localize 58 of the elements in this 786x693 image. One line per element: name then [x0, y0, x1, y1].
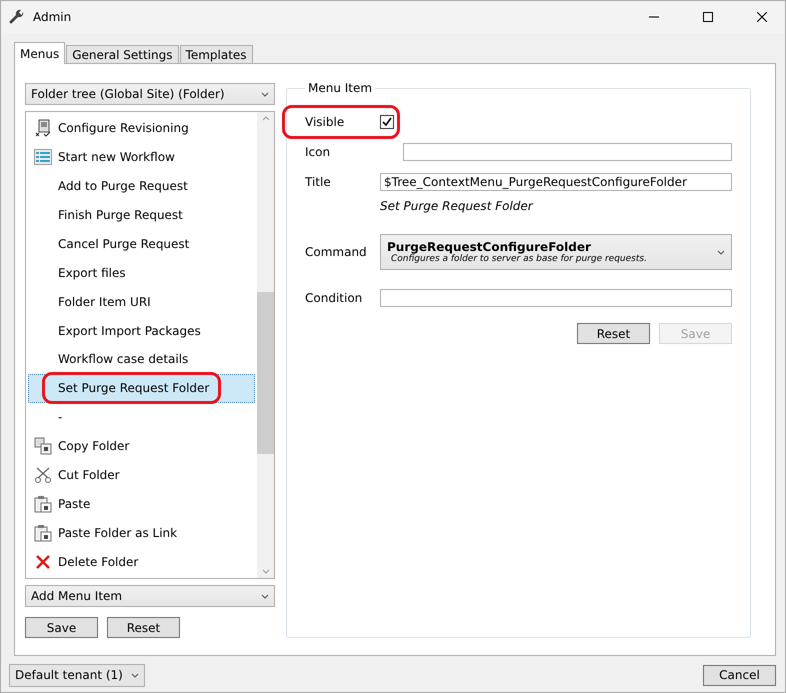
scroll-up-icon: [262, 116, 270, 121]
icon-field[interactable]: [403, 143, 732, 161]
title-field[interactable]: $Tree_ContextMenu_PurgeRequestConfigureFolder: [380, 173, 732, 191]
menu-list-item[interactable]: Paste Folder as Link: [28, 518, 255, 548]
field-label: Condition: [305, 291, 364, 305]
tab[interactable]: Menus: [14, 42, 66, 64]
menu-dropdown[interactable]: Folder tree (Global Site) (Folder): [25, 83, 275, 105]
tab[interactable]: General Settings: [66, 45, 179, 64]
clipboard-icon: [34, 524, 52, 542]
maximize-icon: [703, 12, 713, 22]
caret-icon: [261, 594, 269, 598]
menu-list-item[interactable]: Workflow case details: [28, 345, 255, 374]
field-label: Visible: [305, 115, 346, 129]
visible-checkbox[interactable]: [380, 115, 394, 129]
title-hint: Set Purge Request Folder: [380, 199, 533, 213]
caret-icon: [130, 672, 139, 678]
menu-list-item[interactable]: Cut Folder: [28, 460, 255, 490]
menu-list-item[interactable]: Export Import Packages: [28, 316, 255, 345]
caret-icon: [717, 250, 725, 254]
action-button[interactable]: Reset: [107, 617, 180, 638]
condition-field[interactable]: [380, 289, 732, 307]
menu-list-item[interactable]: Folder Item URI: [28, 287, 255, 316]
group-title: Menu Item: [307, 81, 374, 95]
command-dropdown[interactable]: PurgeRequestConfigureFolder Configures a folder to server as base for purge requests.: [380, 234, 732, 270]
add-menu-item-dropdown[interactable]: Add Menu Item: [25, 585, 275, 607]
menu-list-item[interactable]: Set Purge Request Folder: [28, 374, 255, 403]
action-button[interactable]: Reset: [577, 323, 650, 344]
wrench-icon: [9, 9, 25, 25]
cancel-button[interactable]: Cancel: [703, 664, 776, 686]
menu-list-item[interactable]: Start new Workflow: [28, 142, 255, 172]
clipboard-icon: [34, 494, 52, 513]
caret-icon: [261, 92, 269, 96]
tenant-dropdown[interactable]: Default tenant (1): [9, 664, 145, 686]
menu-list-item[interactable]: Add to Purge Request: [28, 172, 255, 201]
menu-list-item[interactable]: Delete Folder: [28, 547, 255, 576]
menu-list-item[interactable]: Cancel Purge Request: [28, 230, 255, 258]
menu-list-item[interactable]: Finish Purge Request: [28, 200, 255, 230]
field-label: Title: [305, 175, 332, 189]
list-icon: [34, 148, 52, 166]
menu-list-item[interactable]: -: [28, 402, 255, 432]
scrollbar-thumb[interactable]: [257, 292, 274, 454]
scroll-down-icon: [262, 569, 270, 574]
scissors-icon: [34, 466, 52, 484]
field-label: Icon: [305, 145, 332, 159]
menu-list-item[interactable]: Paste: [28, 489, 255, 518]
checkmark-icon: [382, 117, 392, 127]
window-title: Admin: [33, 10, 72, 24]
menu-list-item[interactable]: Copy Folder: [28, 432, 255, 460]
tab[interactable]: Templates: [180, 45, 253, 64]
close-icon: [757, 12, 767, 22]
field-label: Command: [305, 245, 368, 259]
document-check-icon: [34, 119, 52, 138]
copy-icon: [34, 437, 52, 456]
menu-list-item[interactable]: Configure Revisioning: [28, 114, 255, 143]
menu-list-item[interactable]: Export files: [28, 258, 255, 288]
delete-icon: [34, 552, 52, 571]
scrollbar[interactable]: [257, 112, 274, 578]
action-button[interactable]: Save: [25, 617, 98, 638]
